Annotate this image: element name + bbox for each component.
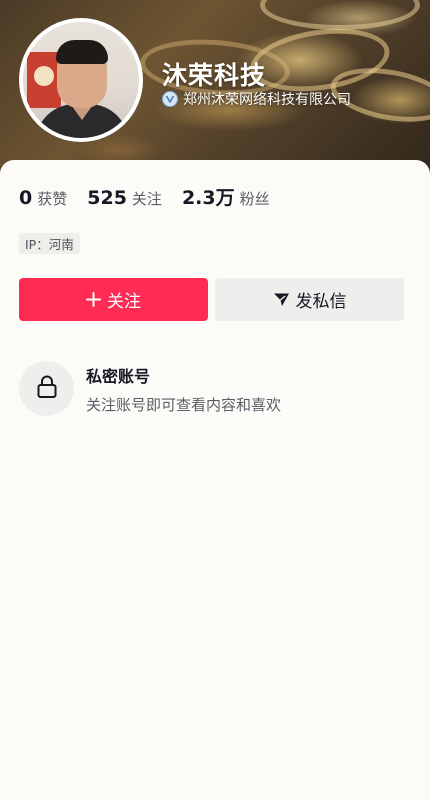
stat-label: 粉丝 <box>239 190 270 208</box>
avatar-photo <box>23 22 139 138</box>
verification-row: 郑州沐荣网络科技有限公司 <box>162 89 351 109</box>
private-account-notice: 私密账号 关注账号即可查看内容和喜欢 <box>19 361 281 416</box>
stat-followers[interactable]: 2.3万 粉丝 <box>182 183 270 210</box>
profile-name: 沐荣科技 <box>162 61 267 90</box>
stat-following[interactable]: 525 关注 <box>87 187 162 209</box>
follow-button[interactable]: 关注 <box>19 278 208 321</box>
avatar[interactable] <box>19 18 143 142</box>
profile-card <box>0 160 430 800</box>
avatar-hair <box>56 40 108 64</box>
plus-icon <box>86 292 101 307</box>
private-notice-text: 私密账号 关注账号即可查看内容和喜欢 <box>86 363 281 415</box>
lock-icon-container <box>19 361 74 416</box>
verified-badge-icon <box>162 91 178 107</box>
message-button-label: 发私信 <box>295 292 347 312</box>
ip-location-tag: IP：河南 <box>19 233 80 254</box>
follow-button-label: 关注 <box>107 292 141 312</box>
stat-value: 525 <box>87 187 127 209</box>
verified-company: 郑州沐荣网络科技有限公司 <box>183 92 351 108</box>
stat-label: 获赞 <box>37 190 68 208</box>
private-notice-title: 私密账号 <box>86 366 151 386</box>
profile-stats: 0 获赞 525 关注 2.3万 粉丝 <box>19 183 290 210</box>
private-notice-description: 关注账号即可查看内容和喜欢 <box>86 395 282 414</box>
stat-value: 2.3万 <box>181 187 235 209</box>
cover-decoration <box>260 0 420 30</box>
stat-likes[interactable]: 0 获赞 <box>19 187 67 209</box>
message-button[interactable]: 发私信 <box>215 278 404 321</box>
lock-icon <box>36 375 58 403</box>
send-icon <box>273 292 290 307</box>
stat-label: 关注 <box>131 190 162 208</box>
stat-value: 0 <box>19 187 33 209</box>
